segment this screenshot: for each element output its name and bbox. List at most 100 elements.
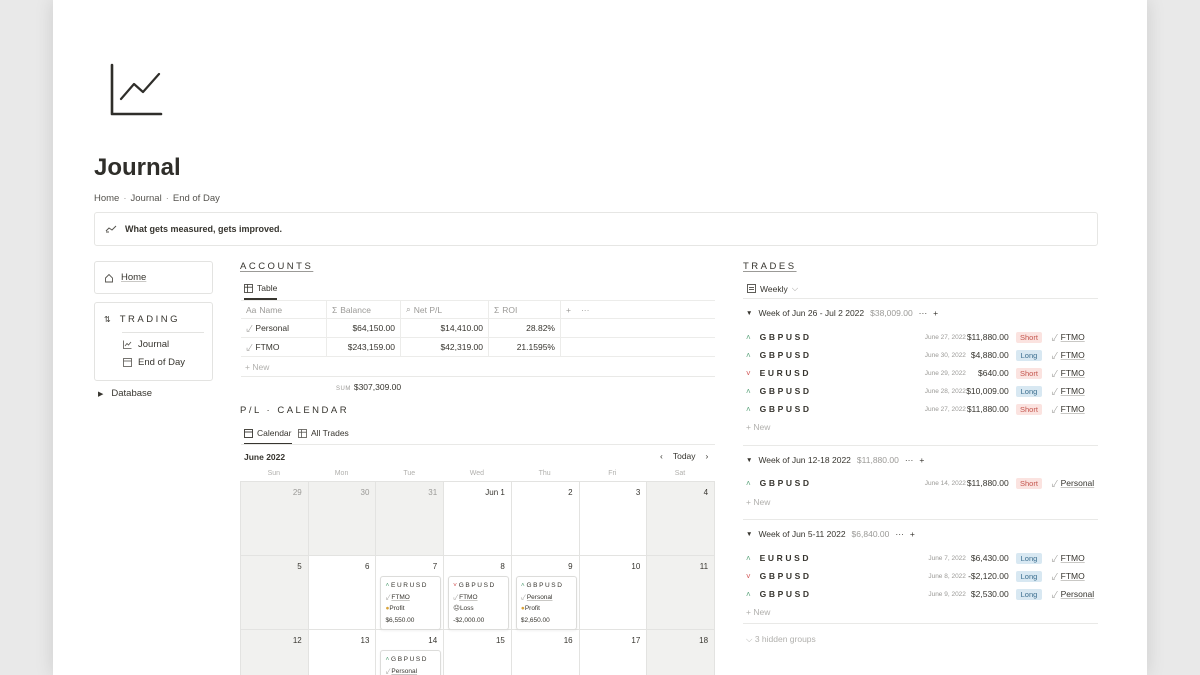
calendar-day[interactable]: 11: [647, 556, 716, 630]
tab-weekly-label: Weekly: [760, 283, 788, 294]
nav-item-end-of-day[interactable]: End of Day: [123, 357, 185, 368]
plus-icon[interactable]: +: [933, 308, 938, 318]
trade-row[interactable]: ˄ EURUSD June 7, 2022 $6,430.00 Long ⌞⁄ F…: [746, 549, 1095, 567]
trade-row[interactable]: ˄ GBPUSD June 30, 2022 $4,880.00 Long ⌞⁄…: [746, 346, 1095, 364]
table-row[interactable]: ⌞⁄ Personal $64,150.00 $14,410.00 28.82%: [241, 319, 715, 338]
trade-row[interactable]: ˅ GBPUSD June 8, 2022 -$2,120.00 Long ⌞⁄…: [746, 567, 1095, 585]
trades-new-button[interactable]: + New: [746, 607, 770, 617]
calendar-day[interactable]: 10: [579, 556, 648, 630]
trade-card[interactable]: ˄ GBPUSD ⌞⁄ Personal: [380, 650, 442, 675]
trade-account[interactable]: ⌞⁄ Personal: [1051, 589, 1095, 600]
column-header-net-pl[interactable]: ⌕ Net P/L: [401, 301, 489, 318]
chart-line-icon[interactable]: [109, 62, 163, 116]
trade-group-header[interactable]: ▼ Week of Jun 26 - Jul 2 2022 $38,009.00…: [746, 308, 938, 318]
calendar-day[interactable]: 30: [308, 482, 377, 556]
calendar-day[interactable]: 29: [241, 482, 309, 556]
tab-all-trades[interactable]: All Trades: [298, 428, 349, 438]
chart-line-icon: ⌞⁄: [1051, 331, 1057, 342]
trade-ticker: GBPUSD: [759, 478, 812, 488]
calendar-day[interactable]: 6: [308, 556, 377, 630]
trade-account[interactable]: ⌞⁄ FTMO: [1051, 386, 1095, 397]
more-icon[interactable]: ···: [905, 455, 914, 465]
trades-new-button[interactable]: + New: [746, 497, 770, 507]
balance-sum[interactable]: SUM $307,309.00: [336, 382, 401, 392]
trade-account[interactable]: ⌞⁄ FTMO: [1051, 571, 1095, 582]
trade-row[interactable]: ˄ GBPUSD June 27, 2022 $11,880.00 Short …: [746, 328, 1095, 346]
calendar-day[interactable]: 14 ˄ GBPUSD ⌞⁄ Personal: [376, 630, 445, 675]
trades-header[interactable]: TRADES: [743, 261, 797, 272]
column-header-name[interactable]: Aa Name: [241, 301, 327, 318]
day-number: 17: [631, 636, 641, 645]
trade-account[interactable]: ⌞⁄ Personal: [1051, 478, 1095, 489]
more-icon[interactable]: ···: [581, 305, 590, 315]
trade-row[interactable]: ˄ GBPUSD June 27, 2022 $11,880.00 Short …: [746, 400, 1095, 418]
row-roi[interactable]: 21.1595%: [489, 338, 561, 356]
nav-item-journal[interactable]: Journal: [123, 339, 169, 350]
trade-card[interactable]: ˄ GBPUSD ⌞⁄ Personal ●Profit $2,650.00: [515, 576, 577, 630]
chevron-right-icon[interactable]: ›: [706, 451, 709, 461]
trade-row[interactable]: ˄ GBPUSD June 28, 2022 $10,009.00 Long ⌞…: [746, 382, 1095, 400]
plus-icon[interactable]: +: [919, 455, 924, 465]
day-number: 11: [699, 562, 709, 571]
trade-card[interactable]: ˄ EURUSD ⌞⁄ FTMO ●Profit $6,550.00: [380, 576, 442, 630]
table-row[interactable]: ⌞⁄ FTMO $243,159.00 $42,319.00 21.1595%: [241, 338, 715, 357]
calendar-day[interactable]: 8 ˅ GBPUSD ⌞⁄ FTMO ☹Loss -$2,000.00: [444, 556, 512, 630]
row-name-cell[interactable]: ⌞⁄ Personal: [241, 319, 327, 337]
chevron-left-icon[interactable]: ‹: [660, 451, 663, 461]
row-net-pl[interactable]: $42,319.00: [401, 338, 489, 356]
tab-calendar[interactable]: Calendar: [244, 428, 292, 445]
trade-account[interactable]: ⌞⁄ FTMO: [1051, 553, 1095, 564]
calendar-day[interactable]: 15: [444, 630, 512, 675]
calendar-day[interactable]: 18: [647, 630, 716, 675]
more-icon[interactable]: ···: [919, 308, 928, 318]
calendar-day[interactable]: 3: [579, 482, 648, 556]
calendar-day[interactable]: 4: [647, 482, 716, 556]
calendar-day[interactable]: 12: [241, 630, 309, 675]
breadcrumb-journal[interactable]: Journal: [131, 193, 162, 204]
trade-row[interactable]: ˄ GBPUSD June 9, 2022 $2,530.00 Long ⌞⁄ P…: [746, 585, 1095, 603]
calendar-day[interactable]: 9 ˄ GBPUSD ⌞⁄ Personal ●Profit $2,650.00: [511, 556, 580, 630]
trade-card[interactable]: ˅ GBPUSD ⌞⁄ FTMO ☹Loss -$2,000.00: [448, 576, 510, 630]
trades-new-button[interactable]: + New: [746, 422, 770, 432]
trade-group-header[interactable]: ▼ Week of Jun 5-11 2022 $6,840.00 ··· +: [746, 529, 915, 539]
column-header-roi[interactable]: Σ ROI: [489, 301, 561, 318]
calendar-day[interactable]: 2: [511, 482, 580, 556]
row-balance[interactable]: $243,159.00: [327, 338, 401, 356]
trades-new-label: New: [753, 422, 771, 432]
breadcrumb-end-of-day[interactable]: End of Day: [173, 193, 220, 204]
hidden-groups-toggle[interactable]: ⌵ 3 hidden groups: [746, 634, 816, 645]
calendar-day[interactable]: 7 ˄ EURUSD ⌞⁄ FTMO ●Profit $6,550.00: [376, 556, 445, 630]
plus-icon[interactable]: +: [910, 529, 915, 539]
calendar-day[interactable]: 16: [512, 630, 580, 675]
trade-row[interactable]: ˅ EURUSD June 29, 2022 $640.00 Short ⌞⁄ F…: [746, 364, 1095, 382]
calendar-day[interactable]: Jun 1: [444, 482, 512, 556]
column-header-balance[interactable]: Σ Balance: [327, 301, 401, 318]
row-roi[interactable]: 28.82%: [489, 319, 561, 337]
nav-database-toggle[interactable]: ▶ Database: [98, 388, 152, 399]
plus-icon[interactable]: +: [566, 305, 571, 315]
trade-row[interactable]: ˄ GBPUSD June 14, 2022 $11,880.00 Short …: [746, 474, 1095, 492]
trade-account[interactable]: ⌞⁄ FTMO: [1051, 332, 1095, 343]
more-icon[interactable]: ···: [895, 529, 904, 539]
trade-account[interactable]: ⌞⁄ FTMO: [1051, 350, 1095, 361]
tab-weekly[interactable]: Weekly ⌵: [747, 283, 798, 294]
calendar-day[interactable]: 31: [376, 482, 445, 556]
today-button[interactable]: Today: [673, 451, 696, 461]
calendar-day[interactable]: 17: [580, 630, 648, 675]
row-net-pl[interactable]: $14,410.00: [401, 319, 489, 337]
calendar-header[interactable]: P/L · CALENDAR: [240, 405, 349, 416]
calendar-nav: ‹ Today ›: [660, 451, 708, 461]
calendar-day[interactable]: 13: [309, 630, 377, 675]
breadcrumb-home[interactable]: Home: [94, 193, 119, 204]
accounts-header[interactable]: ACCOUNTS: [240, 261, 313, 272]
row-name-cell[interactable]: ⌞⁄ FTMO: [241, 338, 327, 356]
trade-account[interactable]: ⌞⁄ FTMO: [1051, 368, 1095, 379]
calendar-day[interactable]: 5: [241, 556, 309, 630]
trade-account[interactable]: ⌞⁄ FTMO: [1051, 404, 1095, 415]
nav-home[interactable]: Home: [94, 261, 213, 294]
trade-date: June 27, 2022: [924, 333, 966, 341]
accounts-new-button[interactable]: + New: [245, 362, 269, 372]
row-balance[interactable]: $64,150.00: [327, 319, 401, 337]
tab-table[interactable]: Table: [244, 283, 278, 300]
trade-group-header[interactable]: ▼ Week of Jun 12-18 2022 $11,880.00 ··· …: [746, 455, 924, 465]
